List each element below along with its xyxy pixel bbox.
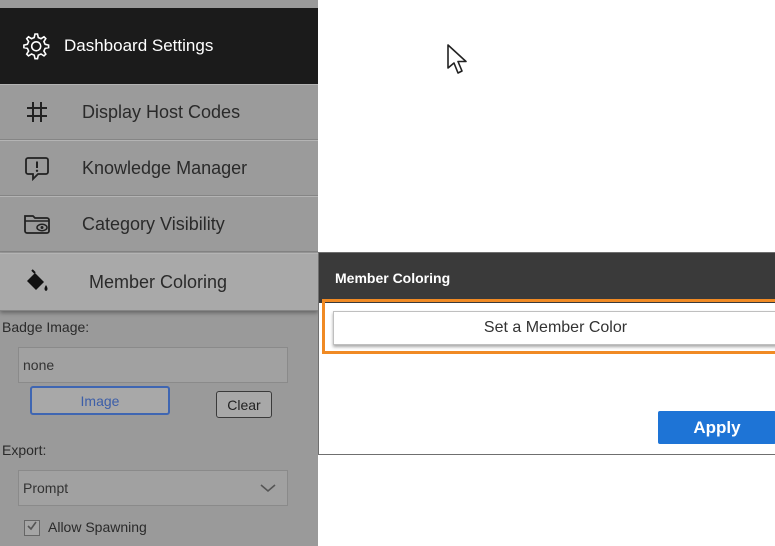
export-label: Export: <box>2 442 47 458</box>
chevron-down-icon <box>257 481 279 498</box>
gear-icon <box>20 31 50 61</box>
settings-sidebar: Dashboard Settings Display Host Codes Kn… <box>0 0 318 546</box>
badge-image-field[interactable]: none <box>18 347 288 383</box>
allow-spawning-checkbox[interactable] <box>24 520 40 536</box>
sidebar-item-label: Knowledge Manager <box>82 157 248 178</box>
badge-image-value: none <box>23 357 55 373</box>
image-button[interactable]: Image <box>30 386 170 415</box>
sidebar-item-category-visibility[interactable]: Category Visibility <box>0 196 318 252</box>
dashboard-settings-header[interactable]: Dashboard Settings <box>0 8 318 84</box>
member-coloring-dialog: Member Coloring Set a Member Color Apply <box>318 252 775 455</box>
dashboard-settings-title: Dashboard Settings <box>64 36 214 55</box>
sidebar-item-label: Member Coloring <box>89 271 228 292</box>
sidebar-item-display-host-codes[interactable]: Display Host Codes <box>0 84 318 140</box>
sidebar-item-knowledge-manager[interactable]: Knowledge Manager <box>0 140 318 196</box>
folder-eye-icon <box>22 209 52 239</box>
allow-spawning-label: Allow Spawning <box>48 519 147 535</box>
apply-button[interactable]: Apply <box>658 411 775 444</box>
sidebar-item-label: Display Host Codes <box>82 101 241 122</box>
export-select[interactable]: Prompt <box>18 470 288 506</box>
checkmark-icon <box>26 519 38 537</box>
set-member-color-button[interactable]: Set a Member Color <box>333 311 775 345</box>
clear-button[interactable]: Clear <box>216 391 272 418</box>
sidebar-item-label: Category Visibility <box>82 213 225 234</box>
dialog-title: Member Coloring <box>319 253 775 303</box>
speech-bubble-alert-icon <box>22 153 52 183</box>
export-select-value: Prompt <box>23 480 69 496</box>
paint-bucket-icon <box>22 267 52 297</box>
badge-image-label: Badge Image: <box>2 319 90 335</box>
hash-icon <box>22 97 52 127</box>
mouse-pointer-icon <box>446 43 472 82</box>
sidebar-item-member-coloring[interactable]: Member Coloring <box>0 253 318 311</box>
